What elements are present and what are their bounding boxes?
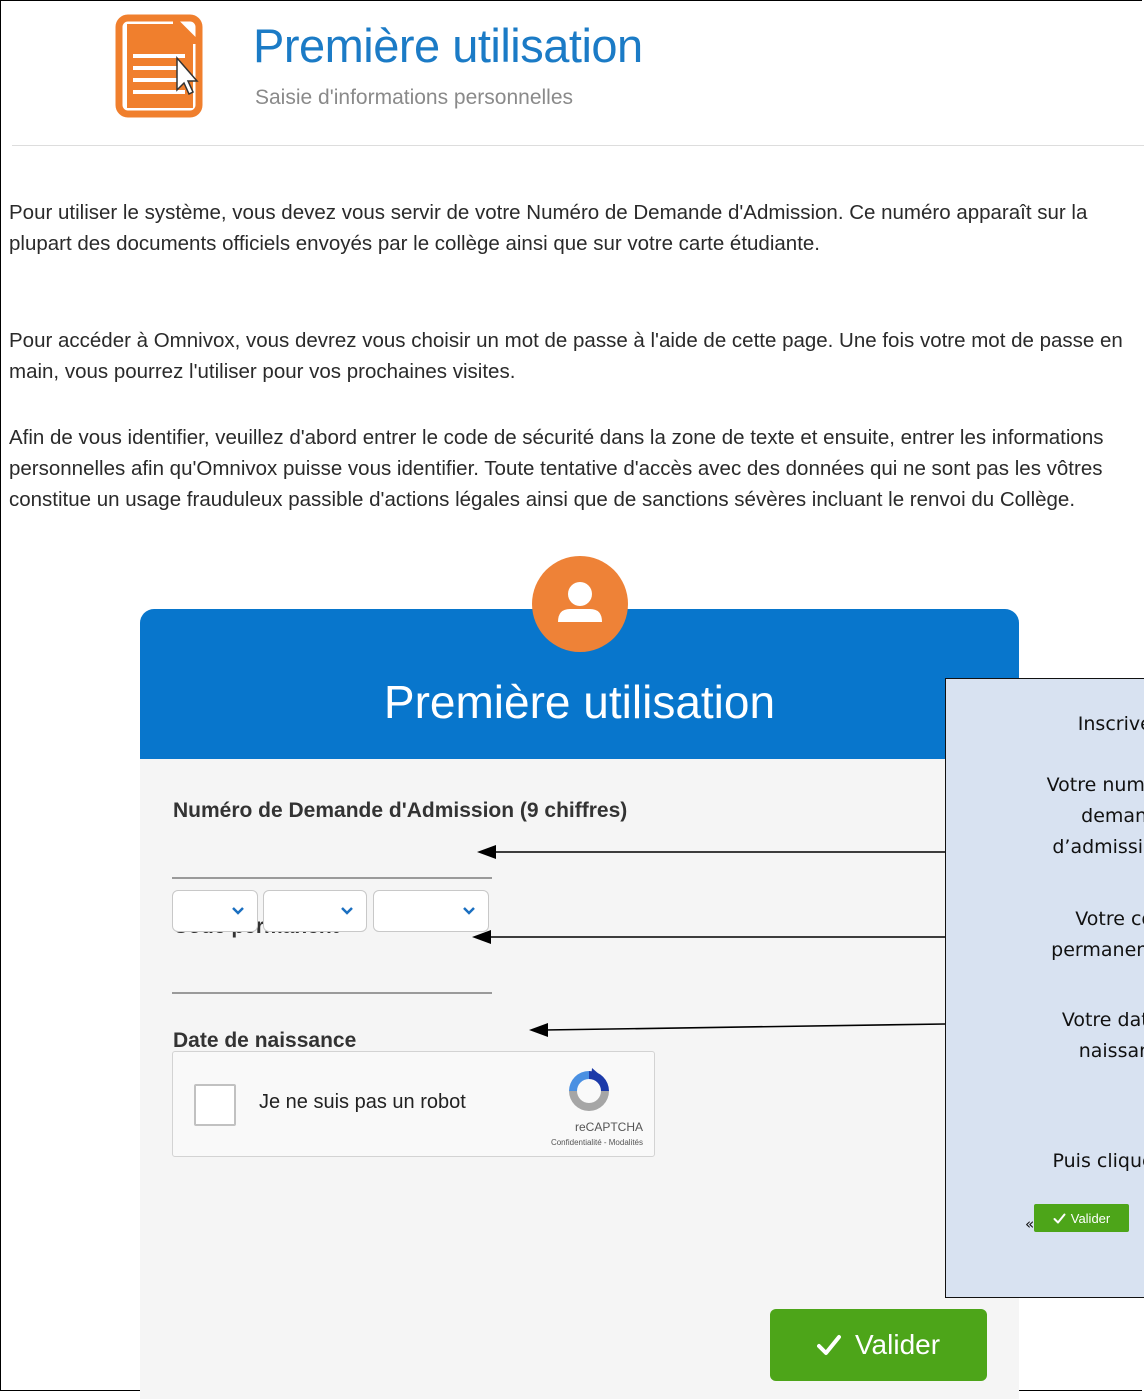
callout-line: Votre numéro de — [1046, 774, 1144, 796]
admission-number-label: Numéro de Demande d'Admission (9 chiffre… — [173, 799, 628, 822]
callout-line: naissance — [1078, 1040, 1144, 1062]
checkmark-icon — [816, 1335, 841, 1355]
callout-line: d’admission (9) — [1052, 836, 1144, 858]
permanent-code-underline — [172, 992, 492, 994]
header-divider — [12, 145, 1144, 146]
recaptcha-checkbox[interactable] — [194, 1084, 236, 1126]
callout-line: Votre date de — [1061, 1009, 1144, 1031]
birthdate-month-select[interactable] — [263, 890, 367, 932]
recaptcha-brand: reCAPTCHA — [574, 1120, 643, 1134]
callout-submit-example: Valider — [1034, 1204, 1129, 1232]
admission-number-underline — [172, 877, 492, 879]
chevron-down-icon — [463, 907, 475, 915]
birthdate-year-select[interactable] — [373, 890, 489, 932]
instruction-callout: Inscrivez : Votre numéro de demande d’ad… — [945, 678, 1144, 1298]
callout-line: Puis cliquez sur — [1052, 1150, 1144, 1172]
callout-line: Votre code — [1075, 908, 1144, 930]
callout-submit-example-label: Valider — [1070, 1210, 1111, 1226]
checkmark-icon — [1053, 1213, 1066, 1223]
callout-quote: « — [1025, 1215, 1035, 1233]
submit-button[interactable]: Valider — [770, 1309, 987, 1381]
intro-paragraph-1: Pour utiliser le système, vous devez vou… — [9, 201, 1088, 255]
callout-line: Inscrivez : — [1077, 713, 1144, 735]
intro-paragraph-3: Afin de vous identifier, veuillez d'abor… — [9, 426, 1104, 511]
recaptcha-widget: Je ne suis pas un robot reCAPTCHA Confid… — [172, 1051, 655, 1157]
admission-number-input[interactable] — [172, 840, 494, 876]
submit-button-label: Valider — [854, 1329, 941, 1360]
user-icon — [532, 556, 628, 652]
chevron-down-icon — [232, 907, 244, 915]
page-subtitle: Saisie d'informations personnelles — [255, 86, 574, 109]
recaptcha-links[interactable]: Confidentialité - Modalités — [473, 1138, 643, 1147]
callout-line: permanent (12) — [1051, 939, 1144, 961]
birthdate-label: Date de naissance — [173, 1029, 357, 1052]
recaptcha-icon — [569, 1068, 609, 1111]
login-card: Première utilisation — [140, 609, 1019, 1399]
recaptcha-label: Je ne suis pas un robot — [259, 1091, 466, 1113]
intro-paragraph-2: Pour accéder à Omnivox, vous devrez vous… — [9, 329, 1123, 383]
birthdate-day-select[interactable] — [172, 890, 258, 932]
chevron-down-icon — [341, 907, 353, 915]
page-title: Première utilisation — [253, 19, 643, 72]
document-icon — [115, 14, 203, 118]
card-title: Première utilisation — [383, 676, 776, 728]
permanent-code-input[interactable] — [172, 955, 494, 991]
callout-line: demande — [1081, 805, 1144, 827]
